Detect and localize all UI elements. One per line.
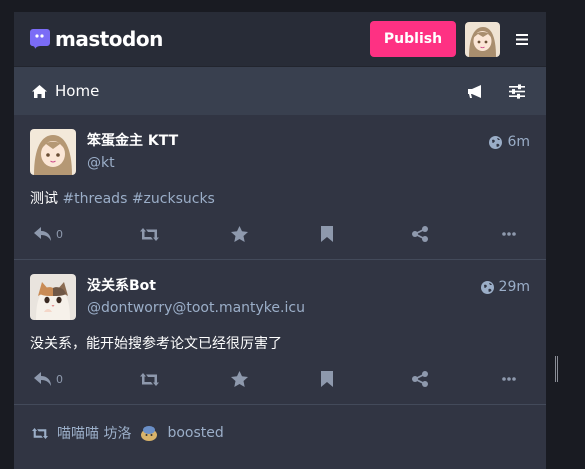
boost-prepend: 喵喵喵 坊洛 boosted bbox=[14, 405, 546, 443]
status-avatar[interactable] bbox=[30, 129, 76, 175]
share-icon bbox=[411, 371, 428, 387]
hamburger-icon bbox=[516, 33, 528, 45]
mastodon-logo-icon bbox=[29, 29, 50, 49]
ellipsis-icon bbox=[502, 232, 516, 236]
more-options-button[interactable] bbox=[502, 377, 526, 381]
globe-icon bbox=[480, 280, 494, 294]
hashtag-link[interactable]: #zucksucks bbox=[132, 191, 215, 207]
brand-name: mastodon bbox=[55, 27, 163, 51]
status-time-label: 6m bbox=[507, 134, 530, 150]
globe-icon bbox=[489, 135, 503, 149]
status-text: 测试 bbox=[30, 191, 58, 207]
column-title[interactable]: Home bbox=[32, 82, 99, 100]
share-button[interactable] bbox=[411, 226, 436, 242]
status-avatar[interactable] bbox=[30, 274, 76, 320]
sliders-icon bbox=[509, 83, 525, 99]
more-options-button[interactable] bbox=[502, 232, 526, 236]
announcements-button[interactable] bbox=[460, 76, 490, 106]
star-icon bbox=[230, 226, 248, 242]
star-icon bbox=[230, 371, 248, 387]
column-settings-button[interactable] bbox=[502, 76, 532, 106]
mastodon-app: mastodon Publish Home 笨蛋金主 KTT @kt 6m 测试… bbox=[14, 12, 546, 469]
retweet-icon bbox=[140, 372, 160, 386]
custom-emoji-icon bbox=[141, 426, 158, 441]
retweet-icon bbox=[140, 227, 160, 241]
status-time-label: 29m bbox=[498, 279, 530, 295]
my-avatar[interactable] bbox=[465, 21, 500, 57]
favourite-button[interactable] bbox=[230, 371, 255, 387]
bookmark-icon bbox=[321, 226, 334, 242]
top-bar: mastodon Publish bbox=[14, 12, 546, 67]
status-account-handle[interactable]: @dontworry@toot.mantyke.icu bbox=[87, 298, 481, 318]
cat-avatar-icon bbox=[30, 274, 76, 320]
hamburger-menu-button[interactable] bbox=[508, 25, 536, 53]
publish-button[interactable]: Publish bbox=[370, 21, 456, 57]
reply-count: 0 bbox=[56, 372, 63, 386]
column-title-label: Home bbox=[55, 82, 100, 100]
reply-icon bbox=[34, 226, 51, 241]
status-timestamp[interactable]: 29m bbox=[480, 279, 530, 295]
status-content: 测试 #threads #zucksucks bbox=[30, 189, 530, 209]
home-icon bbox=[32, 84, 47, 98]
bookmark-icon bbox=[321, 371, 334, 387]
ellipsis-icon bbox=[502, 377, 516, 381]
share-icon bbox=[411, 226, 428, 242]
status-action-bar: 0 bbox=[30, 209, 530, 259]
status-account-handle[interactable]: @kt bbox=[87, 153, 489, 173]
column-header: Home bbox=[14, 67, 546, 115]
megaphone-icon bbox=[467, 84, 481, 98]
boost-button[interactable] bbox=[140, 372, 164, 386]
reply-button[interactable]: 0 bbox=[34, 371, 74, 387]
resize-handle[interactable] bbox=[555, 356, 558, 382]
bookmark-button[interactable] bbox=[321, 226, 345, 242]
anime-girl-avatar-icon bbox=[30, 129, 76, 175]
reply-button[interactable]: 0 bbox=[34, 226, 74, 242]
status-text: 没关系，能开始搜参考论文已经很厉害了 bbox=[30, 336, 282, 352]
status-timestamp[interactable]: 6m bbox=[489, 134, 530, 150]
reply-icon bbox=[34, 371, 51, 386]
status-item[interactable]: 笨蛋金主 KTT @kt 6m 测试 #threads #zucksucks 0 bbox=[14, 115, 546, 260]
boosted-label: boosted bbox=[167, 425, 224, 441]
status-display-name[interactable]: 笨蛋金主 KTT bbox=[87, 131, 489, 151]
boost-button[interactable] bbox=[140, 227, 164, 241]
status-display-name[interactable]: 没关系Bot bbox=[87, 276, 481, 296]
mastodon-logo[interactable]: mastodon bbox=[29, 27, 163, 51]
share-button[interactable] bbox=[411, 371, 436, 387]
favourite-button[interactable] bbox=[230, 226, 255, 242]
hashtag-link[interactable]: #threads bbox=[62, 191, 127, 207]
status-item[interactable]: 没关系Bot @dontworry@toot.mantyke.icu 29m 没… bbox=[14, 260, 546, 405]
status-content: 没关系，能开始搜参考论文已经很厉害了 bbox=[30, 334, 530, 354]
bookmark-button[interactable] bbox=[321, 371, 345, 387]
reply-count: 0 bbox=[56, 227, 63, 241]
anime-girl-avatar-icon bbox=[465, 21, 500, 57]
retweet-icon bbox=[32, 427, 48, 439]
status-action-bar: 0 bbox=[30, 354, 530, 404]
booster-name[interactable]: 喵喵喵 坊洛 bbox=[57, 423, 131, 443]
